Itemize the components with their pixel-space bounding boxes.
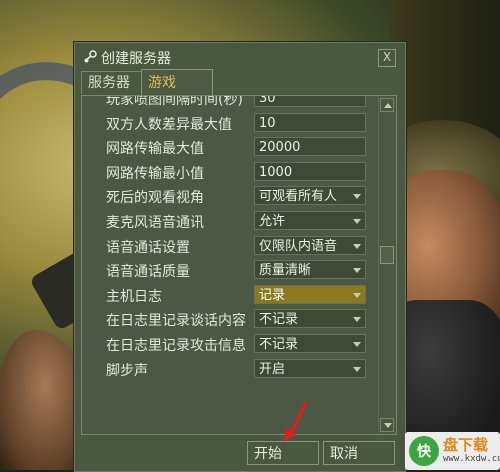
setting-label: 双方人数差异最大值 [106, 116, 232, 133]
setting-input[interactable]: 30 [254, 95, 366, 107]
chevron-down-icon[interactable] [353, 243, 361, 249]
watermark: 快 盘下载 www.kxdw.com [405, 432, 500, 470]
setting-label: 麦克风语音通讯 [106, 215, 204, 231]
setting-dropdown[interactable]: 开启 [254, 358, 366, 378]
chevron-down-icon[interactable] [353, 194, 361, 200]
setting-dropdown[interactable]: 可观看所有人 [254, 186, 366, 206]
setting-row: 双方人数差异最大值 10 [82, 112, 378, 136]
settings-panel: 玩家喷图间隔时间(秒) 30 双方人数差异最大值 10 网路传输最大值 20000 网路传输… [81, 95, 397, 435]
cancel-button[interactable]: 取消 [323, 441, 395, 465]
setting-dropdown[interactable]: 仅限队内语音 [254, 235, 366, 255]
watermark-badge: 快 [409, 436, 439, 466]
setting-label: 死后的观看视角 [106, 190, 204, 207]
tab-game[interactable]: 游戏 [141, 69, 213, 96]
setting-row: 网路传输最小值 1000 [82, 161, 378, 185]
setting-dropdown[interactable]: 不记录 [254, 309, 366, 329]
steam-icon [84, 50, 97, 63]
setting-value: 质量清晰 [259, 263, 312, 279]
setting-label: 语音通话质量 [106, 264, 190, 281]
setting-value: 20000 [259, 140, 301, 156]
setting-value: 可观看所有人 [259, 189, 338, 205]
setting-label: 语音通话设置 [106, 239, 190, 256]
close-button[interactable]: X [378, 49, 396, 67]
setting-value: 10 [259, 115, 276, 131]
watermark-title: 盘下载 [443, 436, 489, 454]
setting-value: 不记录 [259, 337, 299, 352]
chevron-down-icon[interactable] [353, 342, 361, 347]
setting-row: 语音通话设置 仅限队内语音 [82, 235, 378, 259]
setting-value: 仅限队内语音 [259, 238, 338, 254]
red-arrow-annotation [284, 401, 308, 442]
chevron-down-icon[interactable] [353, 268, 361, 274]
setting-row: 主机日志 记录 [82, 284, 378, 308]
setting-label: 玩家喷图间隔时间(秒) [106, 95, 243, 108]
setting-row: 麦克风语音通讯 允许 [82, 210, 378, 234]
watermark-url: www.kxdw.com [443, 454, 500, 464]
setting-value: 开启 [259, 361, 286, 377]
setting-dropdown[interactable]: 允许 [254, 211, 366, 230]
setting-row: 玩家喷图间隔时间(秒) 30 [82, 95, 378, 111]
watermark-badge-text: 快 [417, 444, 431, 460]
setting-dropdown[interactable]: 不记录 [254, 334, 366, 353]
setting-value: 不记录 [259, 312, 299, 328]
scroll-up-button[interactable] [380, 98, 394, 112]
scroll-down-button[interactable] [380, 418, 394, 432]
setting-value: 1000 [259, 164, 293, 180]
setting-dropdown[interactable]: 记录 [254, 284, 366, 304]
setting-input[interactable]: 20000 [254, 137, 366, 157]
close-icon: X [382, 50, 392, 64]
setting-row: 脚步声 开启 [82, 358, 378, 382]
setting-row: 在日志里记录谈话内容 不记录 [82, 308, 378, 332]
setting-input[interactable]: 10 [254, 112, 366, 132]
setting-label: 在日志里记录谈话内容 [106, 313, 246, 330]
setting-label: 网路传输最小值 [106, 165, 204, 182]
chevron-down-icon[interactable] [353, 292, 361, 298]
setting-label: 脚步声 [106, 362, 148, 379]
setting-label: 网路传输最大值 [106, 141, 204, 158]
setting-row: 语音通话质量 质量清晰 [82, 259, 378, 283]
scroll-thumb[interactable] [380, 246, 394, 264]
setting-input[interactable]: 1000 [254, 161, 366, 181]
title-bar[interactable]: 创建服务器 X [75, 43, 405, 71]
setting-value: 30 [259, 95, 276, 106]
setting-value: 记录 [259, 287, 286, 303]
create-server-dialog: 创建服务器 X 服务器 游戏 玩家喷图间隔时间(秒) 30 双方人数差异最大值 10 网… [74, 42, 406, 472]
chevron-down-icon[interactable] [353, 366, 361, 372]
setting-dropdown[interactable]: 质量清晰 [254, 260, 366, 280]
setting-row: 网路传输最大值 20000 [82, 136, 378, 160]
chevron-down-icon[interactable] [353, 219, 361, 224]
chevron-down-icon[interactable] [353, 317, 361, 323]
setting-value: 允许 [259, 214, 286, 229]
setting-label: 主机日志 [106, 288, 162, 305]
tab-server[interactable]: 服务器 [81, 71, 147, 94]
setting-row: 在日志里记录攻击信息 不记录 [82, 333, 378, 357]
setting-label: 在日志里记录攻击信息 [106, 338, 246, 354]
window-title: 创建服务器 [101, 51, 171, 67]
setting-row: 死后的观看视角 可观看所有人 [82, 185, 378, 209]
scrollbar[interactable] [378, 96, 395, 434]
